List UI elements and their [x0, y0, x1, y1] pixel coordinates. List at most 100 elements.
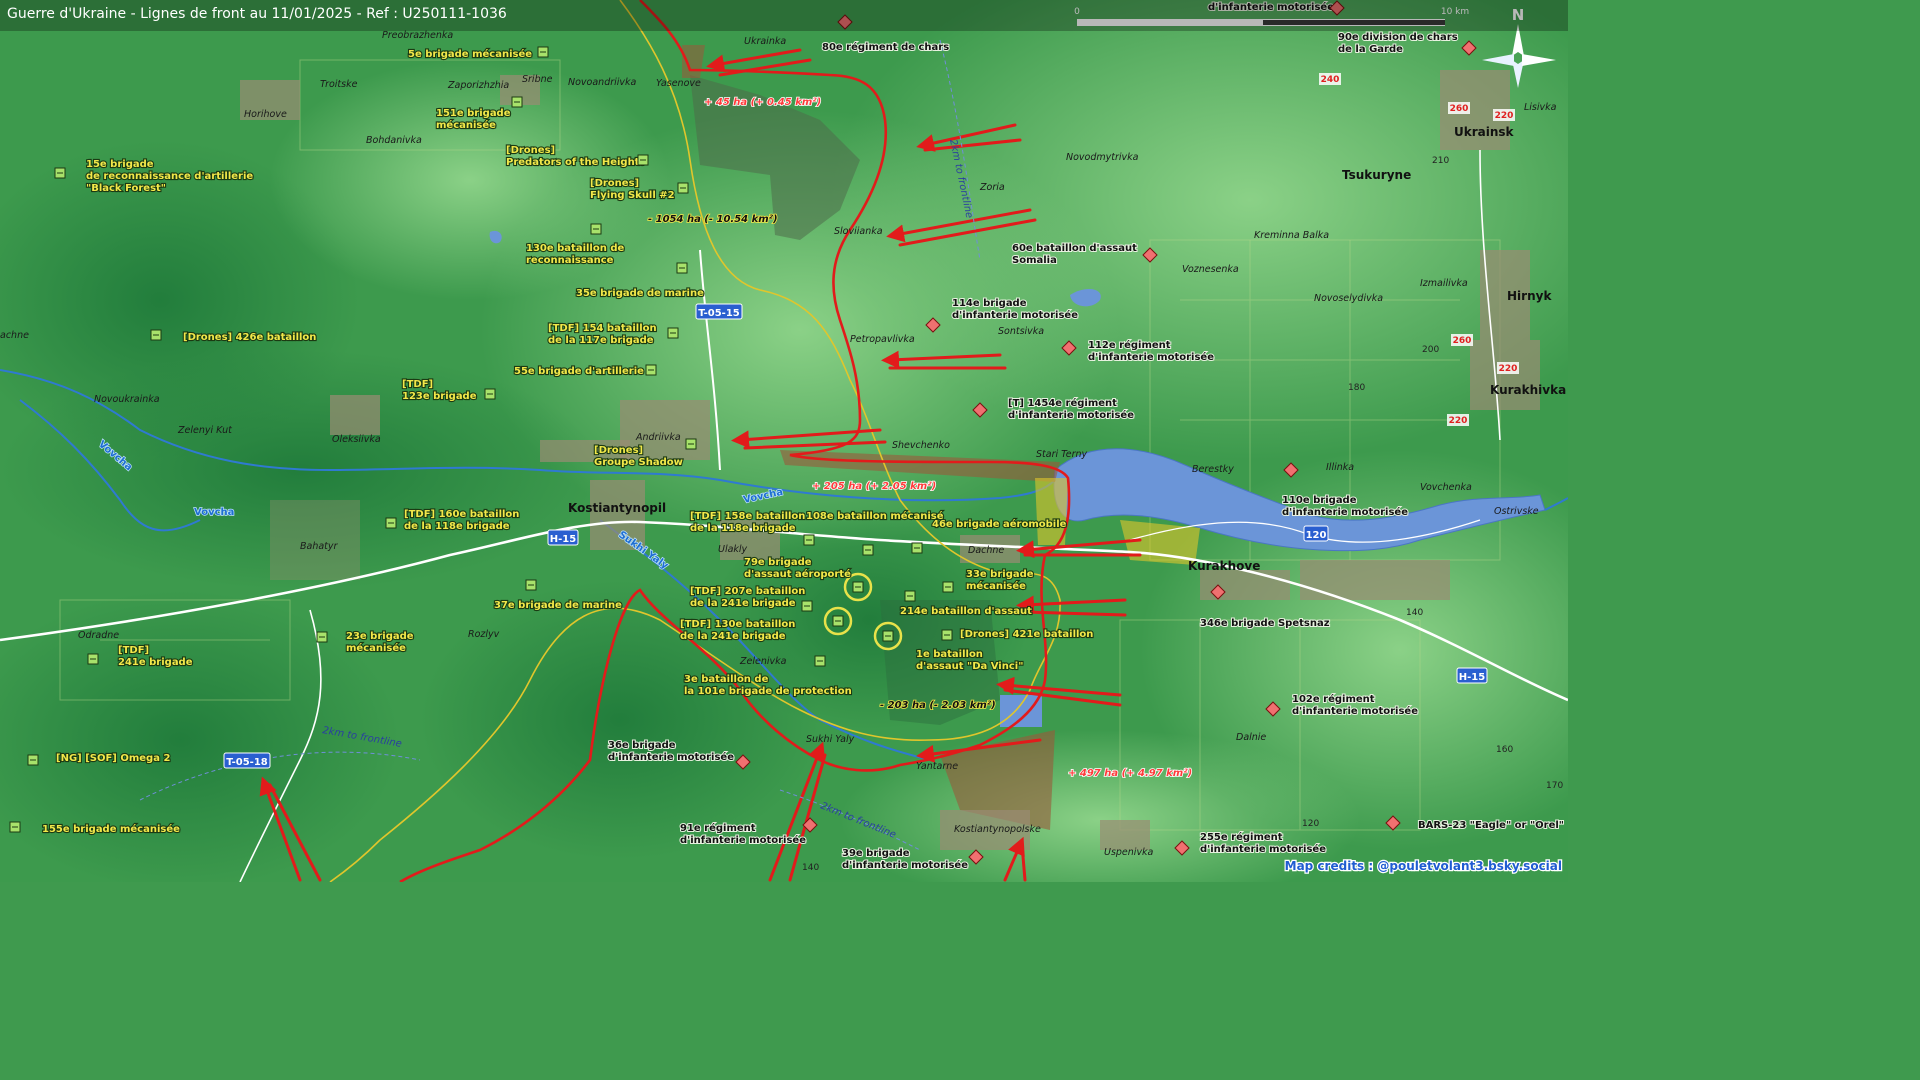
road-number-label-rn240: 240: [1321, 75, 1340, 85]
town-label-rozlyv: Rozlyv: [468, 629, 500, 640]
altitude-label-a210: 210: [1432, 156, 1449, 166]
town-label-andriivka: Andriivka: [635, 432, 681, 443]
town-label-odradne: Odradne: [78, 630, 119, 641]
town-label-dalnie: Dalnie: [1236, 732, 1266, 743]
town-label-sloviianka: Sloviianka: [834, 226, 883, 237]
ua-unit-marker-ua_shadow[interactable]: [685, 438, 697, 450]
ua-unit-label-ua_5e: 5e brigade mécanisée: [408, 48, 532, 60]
altitude-label-a200: 200: [1422, 345, 1439, 355]
ua-unit-marker-ua_davinci[interactable]: [882, 630, 894, 642]
ua-unit-marker-ua_tdf207[interactable]: [801, 600, 813, 612]
ua-unit-marker-ua_123e[interactable]: [484, 388, 496, 400]
ua-unit-marker-ua_33e[interactable]: [942, 581, 954, 593]
ua-unit-marker-ua_426[interactable]: [150, 329, 162, 341]
ua-unit-label-ua_426: [Drones] 426e bataillon: [183, 332, 316, 343]
ru-unit-label-ru_bars: BARS-23 "Eagle" or "Orel": [1418, 820, 1564, 831]
altitude-label-a170: 170: [1546, 781, 1563, 791]
ua-unit-label-ua_omega: [NG] [SOF] Omega 2: [56, 753, 170, 764]
town-label-vovchenka: Vovchenka: [1420, 482, 1472, 493]
ua-unit-marker-ua_46e[interactable]: [911, 542, 923, 554]
town-label-bahatyr: Bahatyr: [300, 541, 339, 552]
major-town-label-kostiantynopil: Kostiantynopil: [568, 501, 666, 515]
altitude-label-a160: 160: [1496, 745, 1513, 755]
town-label-oleksiivka: Oleksiivka: [332, 434, 381, 445]
town-label-yasenove: Yasenove: [656, 78, 701, 89]
ua-unit-marker-ua_130reco[interactable]: [590, 223, 602, 235]
ua-unit-marker-ua_5e[interactable]: [537, 46, 549, 58]
ua-unit-label-ua_tdf154: [TDF] 154 bataillon de la 117e brigade: [548, 323, 657, 346]
ua-unit-label-ua_421: [Drones] 421e bataillon: [960, 629, 1093, 640]
ru-unit-label-ru_346: 346e brigade Spetsnaz: [1200, 618, 1330, 629]
ua-unit-marker-ua_tdf160[interactable]: [385, 517, 397, 529]
altitude-label-a180: 180: [1348, 383, 1365, 393]
town-label-voznesenka: Voznesenka: [1182, 264, 1239, 275]
town-label-zaporizhzhia: Zaporizhzhia: [447, 80, 509, 91]
town-label-petropavlivka: Petropavlivka: [850, 334, 915, 345]
ua-unit-label-ua_214e: 214e bataillon d'assaut: [900, 606, 1032, 617]
major-town-label-kurakhove: Kurakhove: [1188, 559, 1260, 573]
road-shield-t0518: T-05-18: [223, 752, 271, 769]
road-number-rn220a: 220: [1493, 109, 1515, 121]
ua-unit-label-ua_23e: 23e brigade mécanisée: [346, 631, 414, 654]
road-shield-label-h15e: H-15: [1459, 672, 1485, 683]
town-label-achne: achne: [0, 330, 29, 341]
town-label-sribne: Sribne: [522, 74, 553, 85]
ua-unit-label-ua_tdf158: [TDF] 158e bataillon de la 118e brigade: [690, 511, 805, 534]
town-label-ostrivske: Ostrivske: [1494, 506, 1539, 517]
altitude-label-a140b: 140: [802, 863, 819, 873]
area-change-chg_mid: + 205 ha (+ 2.05 km²): [812, 481, 936, 492]
ua-unit-marker-ua_omega[interactable]: [27, 754, 39, 766]
ua-unit-label-ua_tdf207: [TDF] 207e bataillon de la 241e brigade: [690, 586, 805, 609]
ua-unit-marker-ua_101[interactable]: [814, 655, 826, 667]
town-label-uspenivka: Uspenivka: [1104, 847, 1154, 858]
ua-unit-marker-ua_421[interactable]: [941, 629, 953, 641]
ua-unit-label-ua_46e: 46e brigade aéromobile: [932, 518, 1067, 530]
ua-unit-marker-ua_35e[interactable]: [676, 262, 688, 274]
road-shield-label-t0518: T-05-18: [226, 757, 268, 768]
ua-unit-label-ua_35e: 35e brigade de marine: [576, 288, 704, 299]
major-town-label-kurakhivka: Kurakhivka: [1490, 383, 1566, 397]
ua-unit-marker-ua_55e[interactable]: [645, 364, 657, 376]
town-label-zelenyi_kut: Zelenyi Kut: [177, 425, 233, 436]
ua-unit-marker-ua_tdf130[interactable]: [832, 615, 844, 627]
town-label-dachne: Dachne: [968, 545, 1004, 556]
road-number-label-rn220c: 220: [1449, 416, 1468, 426]
river-label-vovcha_w2: Vovcha: [194, 507, 234, 518]
ua-unit-label-ua_55e: 55e brigade d'artillerie: [514, 366, 644, 377]
town-label-kreminna_balka: Kreminna Balka: [1254, 230, 1329, 241]
ua-unit-label-ua_tdf130: [TDF] 130e bataillon de la 241e brigade: [680, 619, 795, 642]
ua-unit-marker-ua_flyingskull[interactable]: [677, 182, 689, 194]
ua-unit-marker-ua_15e[interactable]: [54, 167, 66, 179]
ua-unit-marker-ua_37e[interactable]: [525, 579, 537, 591]
ua-unit-marker-ua_155e[interactable]: [9, 821, 21, 833]
town-label-novoselydivka: Novoselydivka: [1314, 293, 1383, 304]
altitude-label-a120: 120: [1302, 819, 1319, 829]
town-label-berestky: Berestky: [1192, 464, 1234, 475]
ua-unit-marker-ua_214e[interactable]: [904, 590, 916, 602]
town-label-kostiantynopolske: Kostiantynopolske: [954, 824, 1041, 835]
road-number-rn240: 240: [1319, 73, 1341, 85]
road-shield-h15e: H-15: [1456, 667, 1488, 684]
ua-unit-label-ua_33e: 33e brigade mécanisée: [966, 569, 1034, 592]
ua-unit-marker-ua_tdf154[interactable]: [667, 327, 679, 339]
town-label-stari_terny: Stari Terny: [1036, 449, 1088, 460]
ua-unit-marker-ua_151e[interactable]: [511, 96, 523, 108]
map-credit: Map credits : @pouletvolant3.bsky.social: [1285, 859, 1562, 873]
town-label-izmailivka: Izmailivka: [1420, 278, 1468, 289]
ua-unit-marker-ua_108[interactable]: [862, 544, 874, 556]
major-town-label-ukrainsk: Ukrainsk: [1454, 125, 1515, 139]
ua-unit-marker-ua_tdf158[interactable]: [803, 534, 815, 546]
area-change-chg_loss_north: - 1054 ha (- 10.54 km²): [648, 214, 778, 225]
road-number-rn220b: 220: [1497, 362, 1519, 374]
town-label-illinka: Illinka: [1326, 462, 1354, 473]
major-town-label-tsukuryne: Tsukuryne: [1342, 168, 1411, 182]
ua-unit-marker-ua_23e[interactable]: [316, 631, 328, 643]
ua-unit-label-ua_130reco: 130e bataillon de reconnaissance: [526, 243, 624, 266]
town-label-shevchenko: Shevchenko: [892, 440, 950, 451]
altitude-label-a140a: 140: [1406, 608, 1423, 618]
ua-unit-marker-ua_79e[interactable]: [852, 581, 864, 593]
ua-unit-marker-ua_predators[interactable]: [637, 154, 649, 166]
ua-unit-marker-ua_tdf241[interactable]: [87, 653, 99, 665]
road-shield-label-t0515: T-05-15: [698, 308, 740, 319]
road-number-rn220c: 220: [1447, 414, 1469, 426]
